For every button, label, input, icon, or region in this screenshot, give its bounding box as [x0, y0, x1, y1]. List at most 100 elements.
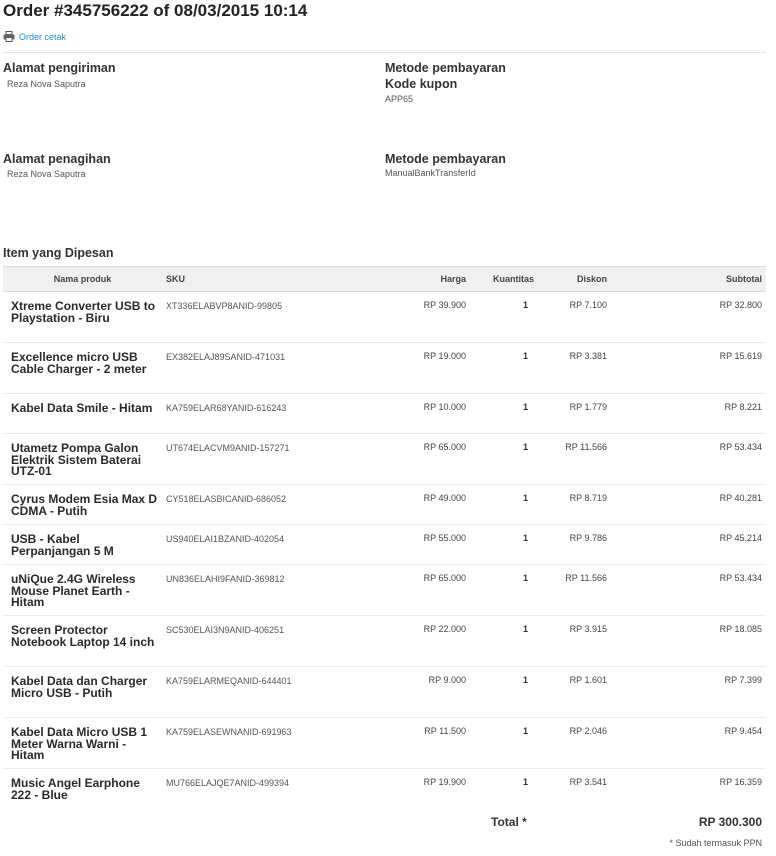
product-quantity: 1 — [470, 393, 538, 434]
product-name: Utametz Pompa Galon Elektrik Sistem Bate… — [3, 433, 162, 485]
coupon-code-value: APP65 — [385, 94, 414, 104]
product-subtotal: RP 7.399 — [611, 666, 766, 718]
column-header-quantity: Kuantitas — [470, 266, 538, 292]
table-row: Kabel Data Micro USB 1 Meter Warna Warni… — [3, 717, 766, 769]
page-title: Order #345756222 of 08/03/2015 10:14 — [3, 1, 308, 20]
shipping-address-name: Reza Nova Saputra — [7, 79, 86, 89]
product-price: RP 11.500 — [367, 717, 470, 769]
product-quantity: 1 — [470, 564, 538, 616]
product-price: RP 55.000 — [367, 524, 470, 565]
product-subtotal: RP 18.085 — [611, 615, 766, 667]
product-discount: RP 11.566 — [538, 433, 611, 485]
column-header-subtotal: Subtotal — [611, 266, 766, 292]
billing-payment-method-heading: Metode pembayaran — [385, 152, 506, 166]
product-name: Music Angel Earphone 222 - Blue — [11, 776, 140, 802]
column-header-price: Harga — [367, 266, 470, 292]
table-row: Utametz Pompa Galon Elektrik Sistem Bate… — [3, 433, 766, 485]
payment-method-heading: Metode pembayaran — [385, 61, 506, 75]
product-price: RP 65.000 — [367, 564, 470, 616]
product-name: Xtreme Converter USB to Playstation - Bi… — [3, 291, 162, 343]
product-sku: KA759ELASEWNANID-691963 — [162, 717, 367, 769]
divider — [3, 52, 766, 53]
product-discount: RP 3.541 — [569, 777, 607, 787]
product-name: USB - Kabel Perpanjangan 5 M — [3, 524, 162, 565]
ordered-items-heading: Item yang Dipesan — [3, 246, 114, 260]
product-subtotal: RP 53.434 — [611, 564, 766, 616]
product-discount: RP 7.100 — [538, 291, 611, 343]
total-label: Total * — [491, 815, 527, 829]
product-discount: RP 1.601 — [538, 666, 611, 718]
tax-note: * Sudah termasuk PPN — [669, 838, 762, 848]
product-name: Kabel Data dan Charger Micro USB - Putih — [3, 666, 162, 718]
product-subtotal: RP 45.214 — [611, 524, 766, 565]
product-quantity: 1 — [470, 524, 538, 565]
product-discount: RP 3.381 — [538, 342, 611, 394]
table-row: Kabel Data dan Charger Micro USB - Putih… — [3, 666, 766, 718]
product-sku: SC530ELAI3N9ANID-406251 — [162, 615, 367, 667]
column-header-name: Nama produk — [3, 266, 162, 292]
product-price: RP 65.000 — [367, 433, 470, 485]
product-sku: KA759ELARMEQANID-644401 — [162, 666, 367, 718]
table-header-row: Nama produk SKU Harga Kuantitas Diskon S… — [3, 266, 766, 292]
product-quantity: 1 — [470, 666, 538, 718]
product-quantity: 1 — [470, 484, 538, 525]
product-sku: US940ELAI1BZANID-402054 — [162, 524, 367, 565]
product-discount: RP 2.046 — [538, 717, 611, 769]
table-row: Music Angel Earphone 222 - Blue MU766ELA… — [3, 769, 766, 809]
print-order-link[interactable]: Order cetak — [3, 31, 66, 42]
product-discount: RP 1.779 — [538, 393, 611, 434]
product-sku: KA759ELAR68YANID-616243 — [162, 393, 367, 434]
product-subtotal: RP 32.800 — [611, 291, 766, 343]
product-name: Excellence micro USB Cable Charger - 2 m… — [3, 342, 162, 394]
table-row: Xtreme Converter USB to Playstation - Bi… — [3, 291, 766, 343]
product-sku: UT674ELACVM9ANID-157271 — [162, 433, 367, 485]
column-header-sku: SKU — [162, 266, 367, 292]
product-name: Kabel Data Smile - Hitam — [3, 393, 162, 434]
print-order-label: Order cetak — [19, 31, 67, 42]
product-sku: MU766ELAJQE7ANID-499394 — [166, 778, 290, 788]
order-items-table: Nama produk SKU Harga Kuantitas Diskon S… — [3, 266, 766, 809]
table-row: Screen Protector Notebook Laptop 14 inch… — [3, 615, 766, 667]
product-price: RP 49.000 — [367, 484, 470, 525]
product-sku: UN836ELAHI9FANID-369812 — [162, 564, 367, 616]
billing-payment-method-value: ManualBankTransferId — [385, 168, 476, 178]
table-row: Excellence micro USB Cable Charger - 2 m… — [3, 342, 766, 394]
product-discount: RP 3.915 — [538, 615, 611, 667]
billing-address-heading: Alamat penagihan — [3, 152, 111, 166]
total-value: RP 300.300 — [698, 815, 762, 829]
product-sku: XT336ELABVP8ANID-99805 — [162, 291, 367, 343]
product-subtotal: RP 15.619 — [611, 342, 766, 394]
product-price: RP 9.000 — [367, 666, 470, 718]
product-price: RP 10.000 — [367, 393, 470, 434]
product-quantity: 1 — [470, 433, 538, 485]
product-name: Cyrus Modem Esia Max D CDMA - Putih — [3, 484, 162, 525]
product-sku: CY518ELASBICANID-686052 — [162, 484, 367, 525]
product-subtotal: RP 53.434 — [611, 433, 766, 485]
product-price: RP 22.000 — [367, 615, 470, 667]
table-row: USB - Kabel Perpanjangan 5 M US940ELAI1B… — [3, 524, 766, 565]
product-subtotal: RP 8.221 — [611, 393, 766, 434]
product-quantity: 1 — [522, 777, 528, 787]
shipping-address-heading: Alamat pengiriman — [3, 61, 116, 75]
column-header-discount: Diskon — [538, 266, 611, 292]
product-price: RP 19.900 — [423, 777, 466, 787]
product-quantity: 1 — [470, 291, 538, 343]
product-name: uNiQue 2.4G Wireless Mouse Planet Earth … — [3, 564, 162, 616]
coupon-code-heading: Kode kupon — [385, 77, 458, 91]
billing-address-name: Reza Nova Saputra — [7, 169, 86, 179]
product-subtotal: RP 9.454 — [611, 717, 766, 769]
product-sku: EX382ELAJ89SANID-471031 — [162, 342, 367, 394]
product-quantity: 1 — [470, 615, 538, 667]
product-subtotal: RP 16.359 — [719, 777, 762, 787]
table-row: Cyrus Modem Esia Max D CDMA - Putih CY51… — [3, 484, 766, 525]
product-price: RP 39.900 — [367, 291, 470, 343]
product-name: Kabel Data Micro USB 1 Meter Warna Warni… — [3, 717, 162, 769]
product-discount: RP 11.566 — [538, 564, 611, 616]
product-quantity: 1 — [470, 717, 538, 769]
printer-icon — [3, 31, 15, 42]
table-row: uNiQue 2.4G Wireless Mouse Planet Earth … — [3, 564, 766, 616]
product-discount: RP 9.786 — [538, 524, 611, 565]
product-discount: RP 8.719 — [538, 484, 611, 525]
product-quantity: 1 — [470, 342, 538, 394]
product-subtotal: RP 40.281 — [611, 484, 766, 525]
